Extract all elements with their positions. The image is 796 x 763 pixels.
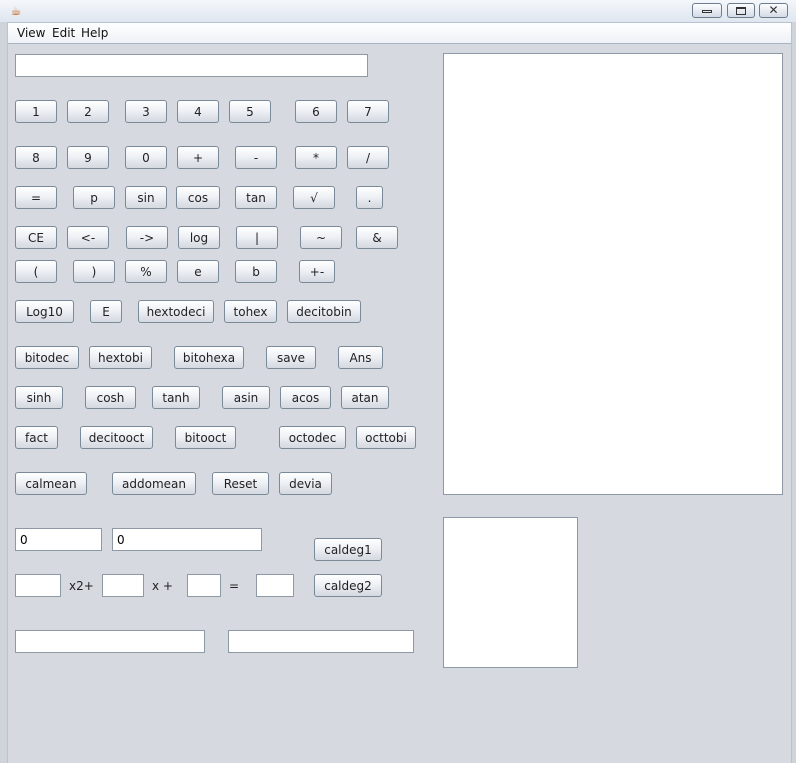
key-divide[interactable]: /	[347, 146, 389, 169]
output-field-2[interactable]	[228, 630, 414, 653]
key-5[interactable]: 5	[229, 100, 271, 123]
key-8[interactable]: 8	[15, 146, 57, 169]
key-1[interactable]: 1	[15, 100, 57, 123]
maximize-icon	[736, 7, 746, 15]
key-plus[interactable]: +	[177, 146, 219, 169]
key-close-paren[interactable]: )	[73, 260, 115, 283]
secondary-text-area[interactable]	[443, 517, 578, 668]
close-icon: ✕	[768, 3, 779, 17]
window-left-border	[0, 22, 8, 763]
key-decitobin[interactable]: decitobin	[287, 300, 361, 323]
menu-bar: View Edit Help	[8, 23, 791, 44]
quadratic-c-input[interactable]	[187, 574, 221, 597]
title-bar: ☕ ✕	[0, 0, 796, 23]
key-b[interactable]: b	[235, 260, 277, 283]
x-label: x +	[152, 579, 173, 593]
x2-label: x2+	[69, 579, 94, 593]
java-cup-icon: ☕	[10, 4, 22, 18]
key-not[interactable]: ~	[300, 226, 342, 249]
key-left[interactable]: <-	[67, 226, 109, 249]
key-log[interactable]: log	[178, 226, 220, 249]
key-and[interactable]: &	[356, 226, 398, 249]
key-9[interactable]: 9	[67, 146, 109, 169]
key-4[interactable]: 4	[177, 100, 219, 123]
output-field-1[interactable]	[15, 630, 205, 653]
key-multiply[interactable]: *	[295, 146, 337, 169]
key-octtobi[interactable]: octtobi	[356, 426, 416, 449]
key-3[interactable]: 3	[125, 100, 167, 123]
key-plus-minus[interactable]: +-	[299, 260, 335, 283]
menu-edit[interactable]: Edit	[52, 26, 75, 40]
key-2[interactable]: 2	[67, 100, 109, 123]
linear-input-2[interactable]	[112, 528, 262, 551]
key-open-paren[interactable]: (	[15, 260, 57, 283]
key-save[interactable]: save	[266, 346, 316, 369]
key-sin[interactable]: sin	[125, 186, 167, 209]
key-or[interactable]: |	[236, 226, 278, 249]
key-percent[interactable]: %	[125, 260, 167, 283]
key-sqrt[interactable]: √	[293, 186, 335, 209]
key-bitodec[interactable]: bitodec	[15, 346, 79, 369]
display-field[interactable]	[15, 54, 368, 77]
key-fact[interactable]: fact	[15, 426, 58, 449]
quadratic-a-input[interactable]	[15, 574, 61, 597]
key-minus[interactable]: -	[235, 146, 277, 169]
key-cosh[interactable]: cosh	[85, 386, 136, 409]
key-bitooct[interactable]: bitooct	[175, 426, 236, 449]
key-ans[interactable]: Ans	[338, 346, 383, 369]
key-octodec[interactable]: octodec	[279, 426, 346, 449]
key-tanh[interactable]: tanh	[152, 386, 200, 409]
key-sinh[interactable]: sinh	[15, 386, 63, 409]
key-calmean[interactable]: calmean	[15, 472, 87, 495]
minimize-button[interactable]	[692, 3, 722, 18]
key-acos[interactable]: acos	[280, 386, 331, 409]
key-dot[interactable]: .	[356, 186, 383, 209]
menu-view[interactable]: View	[17, 26, 45, 40]
key-p[interactable]: p	[73, 186, 115, 209]
key-right[interactable]: ->	[126, 226, 168, 249]
key-log10[interactable]: Log10	[15, 300, 74, 323]
key-decitooct[interactable]: decitooct	[80, 426, 153, 449]
equals-label: =	[229, 579, 240, 593]
key-ce[interactable]: CE	[15, 226, 57, 249]
close-button[interactable]: ✕	[759, 3, 788, 18]
caldeg2-button[interactable]: caldeg2	[314, 574, 382, 597]
caldeg1-button[interactable]: caldeg1	[314, 538, 382, 561]
quadratic-b-input[interactable]	[102, 574, 144, 597]
window-right-border	[791, 22, 796, 763]
key-E[interactable]: E	[90, 300, 122, 323]
key-hextodeci[interactable]: hextodeci	[138, 300, 214, 323]
key-asin[interactable]: asin	[222, 386, 270, 409]
key-tan[interactable]: tan	[235, 186, 277, 209]
quadratic-result-input[interactable]	[256, 574, 294, 597]
key-7[interactable]: 7	[347, 100, 389, 123]
key-hextobi[interactable]: hextobi	[89, 346, 152, 369]
key-6[interactable]: 6	[295, 100, 337, 123]
menu-help[interactable]: Help	[81, 26, 108, 40]
history-text-area[interactable]	[443, 53, 783, 495]
key-0[interactable]: 0	[125, 146, 167, 169]
key-atan[interactable]: atan	[341, 386, 389, 409]
key-devia[interactable]: devia	[279, 472, 332, 495]
linear-input-1[interactable]	[15, 528, 102, 551]
maximize-button[interactable]	[727, 3, 755, 18]
minimize-icon	[702, 10, 712, 13]
key-tohex[interactable]: tohex	[224, 300, 277, 323]
key-bitohexa[interactable]: bitohexa	[174, 346, 244, 369]
key-equals[interactable]: =	[15, 186, 57, 209]
key-e[interactable]: e	[177, 260, 219, 283]
key-addomean[interactable]: addomean	[112, 472, 196, 495]
key-cos[interactable]: cos	[176, 186, 220, 209]
key-reset[interactable]: Reset	[212, 472, 269, 495]
